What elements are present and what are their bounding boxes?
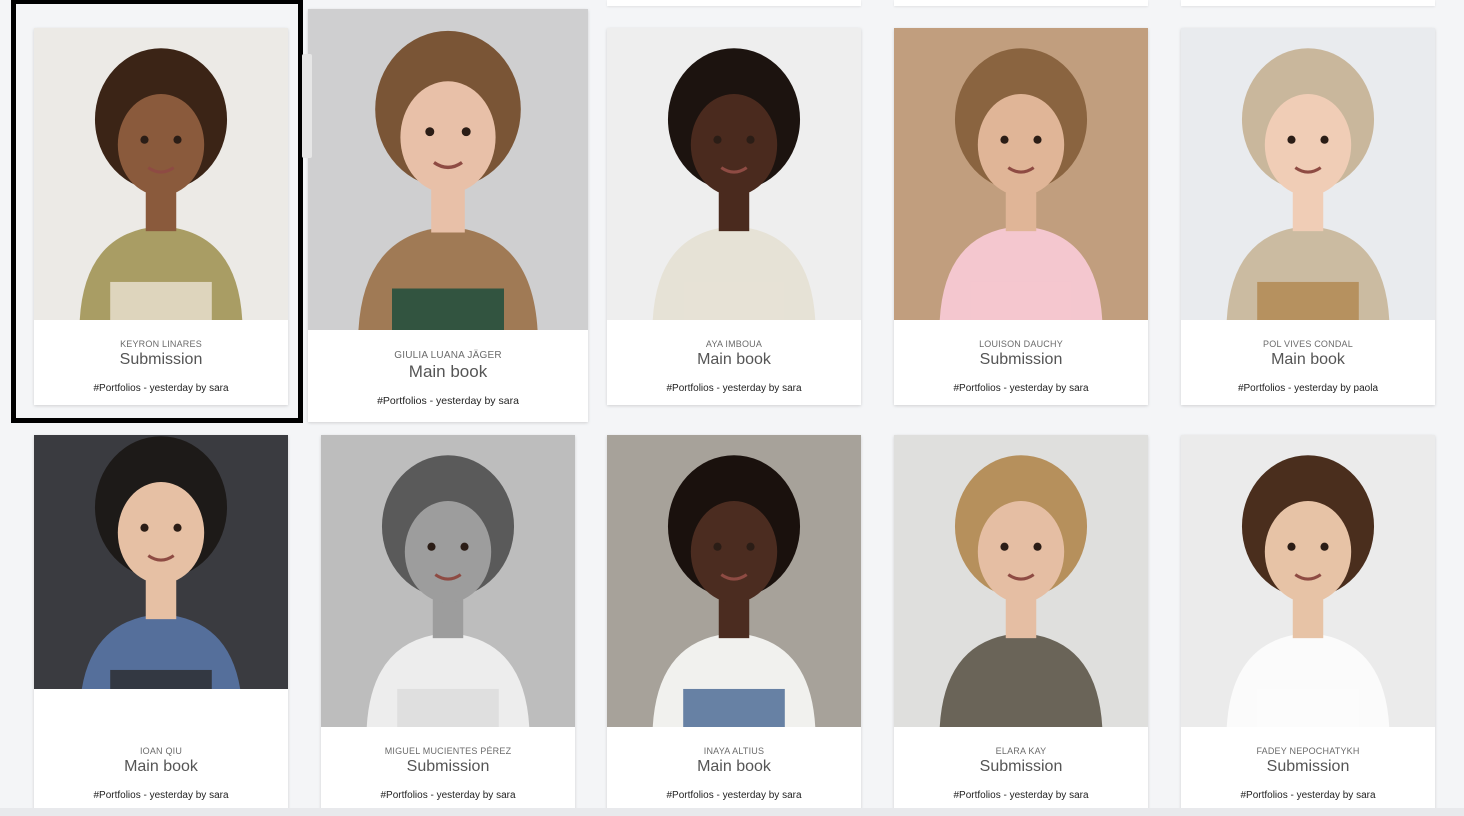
portfolio-card[interactable]: ELARA KAY Submission #Portfolios - yeste… bbox=[894, 435, 1148, 816]
portfolio-card[interactable]: KEYRON LINARES Submission #Portfolios - … bbox=[34, 28, 288, 405]
portfolio-photo[interactable] bbox=[34, 28, 288, 320]
portfolio-card[interactable]: INAYA ALTIUS Main book #Portfolios - yes… bbox=[607, 435, 861, 816]
book-type[interactable]: Main book bbox=[1181, 350, 1435, 370]
photo-baby-black-white bbox=[321, 435, 575, 727]
card-meta: #Portfolios - yesterday by sara bbox=[953, 383, 1089, 394]
card-top-edge bbox=[894, 0, 1148, 6]
card-meta: #Portfolios - yesterday by sara bbox=[377, 395, 519, 407]
photo-girl-blonde-hair bbox=[894, 435, 1148, 727]
card-meta: #Portfolios - yesterday by sara bbox=[93, 383, 229, 394]
portfolio-photo[interactable] bbox=[894, 28, 1148, 320]
photo-girl-teddy-coat bbox=[308, 9, 588, 330]
card-caption: KEYRON LINARES Submission #Portfolios - … bbox=[34, 338, 288, 395]
portfolio-card[interactable]: GIULIA LUANA JÄGER Main book #Portfolios… bbox=[308, 9, 588, 422]
book-type[interactable]: Submission bbox=[894, 350, 1148, 370]
card-meta: #Portfolios - yesterday by sara bbox=[380, 790, 516, 801]
portfolio-photo[interactable] bbox=[321, 435, 575, 727]
model-name: ELARA KAY bbox=[995, 746, 1047, 756]
portfolio-photo[interactable] bbox=[607, 435, 861, 727]
portfolio-card[interactable]: LOUISON DAUCHY Submission #Portfolios - … bbox=[894, 28, 1148, 405]
model-name: FADEY NEPOCHATYKH bbox=[1256, 746, 1360, 756]
model-name: MIGUEL MUCIENTES PÉREZ bbox=[384, 746, 512, 756]
portfolio-photo[interactable] bbox=[1181, 28, 1435, 320]
model-name: INAYA ALTIUS bbox=[703, 746, 765, 756]
photo-girl-street-nyc bbox=[607, 435, 861, 727]
book-type[interactable]: Submission bbox=[321, 757, 575, 777]
photo-boy-white-tee bbox=[1181, 435, 1435, 727]
model-name: POL VIVES CONDAL bbox=[1263, 339, 1353, 349]
card-caption: ELARA KAY Submission #Portfolios - yeste… bbox=[894, 745, 1148, 802]
book-type[interactable]: Main book bbox=[34, 757, 288, 777]
card-meta: #Portfolios - yesterday by paola bbox=[1237, 383, 1379, 394]
book-type[interactable]: Submission bbox=[1181, 757, 1435, 777]
card-caption: POL VIVES CONDAL Main book #Portfolios -… bbox=[1181, 338, 1435, 395]
book-type[interactable]: Main book bbox=[607, 350, 861, 370]
card-caption: INAYA ALTIUS Main book #Portfolios - yes… bbox=[607, 745, 861, 802]
card-caption: IOAN QIU Main book #Portfolios - yesterd… bbox=[34, 745, 288, 802]
portfolio-photo[interactable] bbox=[1181, 435, 1435, 727]
card-caption: FADEY NEPOCHATYKH Submission #Portfolios… bbox=[1181, 745, 1435, 802]
card-caption: LOUISON DAUCHY Submission #Portfolios - … bbox=[894, 338, 1148, 395]
model-name: LOUISON DAUCHY bbox=[979, 339, 1063, 349]
model-name: GIULIA LUANA JÄGER bbox=[394, 350, 502, 361]
photo-girl-stay-cool-tee bbox=[894, 28, 1148, 320]
card-meta: #Portfolios - yesterday by sara bbox=[1240, 790, 1376, 801]
portfolio-photo[interactable] bbox=[607, 28, 861, 320]
portfolio-grid-page: KEYRON LINARES Submission #Portfolios - … bbox=[0, 0, 1464, 816]
photo-toddler-olive-tshirt bbox=[34, 28, 288, 320]
card-top-edge bbox=[607, 0, 861, 6]
portfolio-photo[interactable] bbox=[894, 435, 1148, 727]
book-type[interactable]: Submission bbox=[34, 350, 288, 370]
portfolio-photo[interactable] bbox=[308, 9, 588, 330]
card-caption: AYA IMBOUA Main book #Portfolios - yeste… bbox=[607, 338, 861, 395]
card-meta: #Portfolios - yesterday by sara bbox=[953, 790, 1089, 801]
drag-handle[interactable] bbox=[302, 54, 312, 158]
photo-toddler-blue-shirt bbox=[34, 435, 288, 689]
model-name: KEYRON LINARES bbox=[120, 339, 202, 349]
book-type[interactable]: Submission bbox=[894, 757, 1148, 777]
model-name: IOAN QIU bbox=[139, 746, 183, 756]
portfolio-card[interactable]: AYA IMBOUA Main book #Portfolios - yeste… bbox=[607, 28, 861, 405]
model-name: AYA IMBOUA bbox=[705, 339, 763, 349]
card-top-edge bbox=[1181, 0, 1435, 6]
portfolio-card[interactable]: MIGUEL MUCIENTES PÉREZ Submission #Portf… bbox=[321, 435, 575, 816]
card-meta: #Portfolios - yesterday by sara bbox=[666, 383, 802, 394]
card-caption: MIGUEL MUCIENTES PÉREZ Submission #Portf… bbox=[321, 745, 575, 802]
horizontal-scrollbar-track[interactable] bbox=[0, 808, 1464, 816]
card-caption: GIULIA LUANA JÄGER Main book #Portfolios… bbox=[308, 350, 588, 407]
photo-baby-knit-hat bbox=[1181, 28, 1435, 320]
portfolio-card[interactable]: FADEY NEPOCHATYKH Submission #Portfolios… bbox=[1181, 435, 1435, 816]
book-type[interactable]: Main book bbox=[308, 362, 588, 382]
card-meta: #Portfolios - yesterday by sara bbox=[93, 790, 229, 801]
book-type[interactable]: Main book bbox=[607, 757, 861, 777]
portfolio-card[interactable]: IOAN QIU Main book #Portfolios - yesterd… bbox=[34, 435, 288, 816]
portfolio-photo[interactable] bbox=[34, 435, 288, 689]
portfolio-card[interactable]: POL VIVES CONDAL Main book #Portfolios -… bbox=[1181, 28, 1435, 405]
card-meta: #Portfolios - yesterday by sara bbox=[666, 790, 802, 801]
photo-girl-curly-hair bbox=[607, 28, 861, 320]
